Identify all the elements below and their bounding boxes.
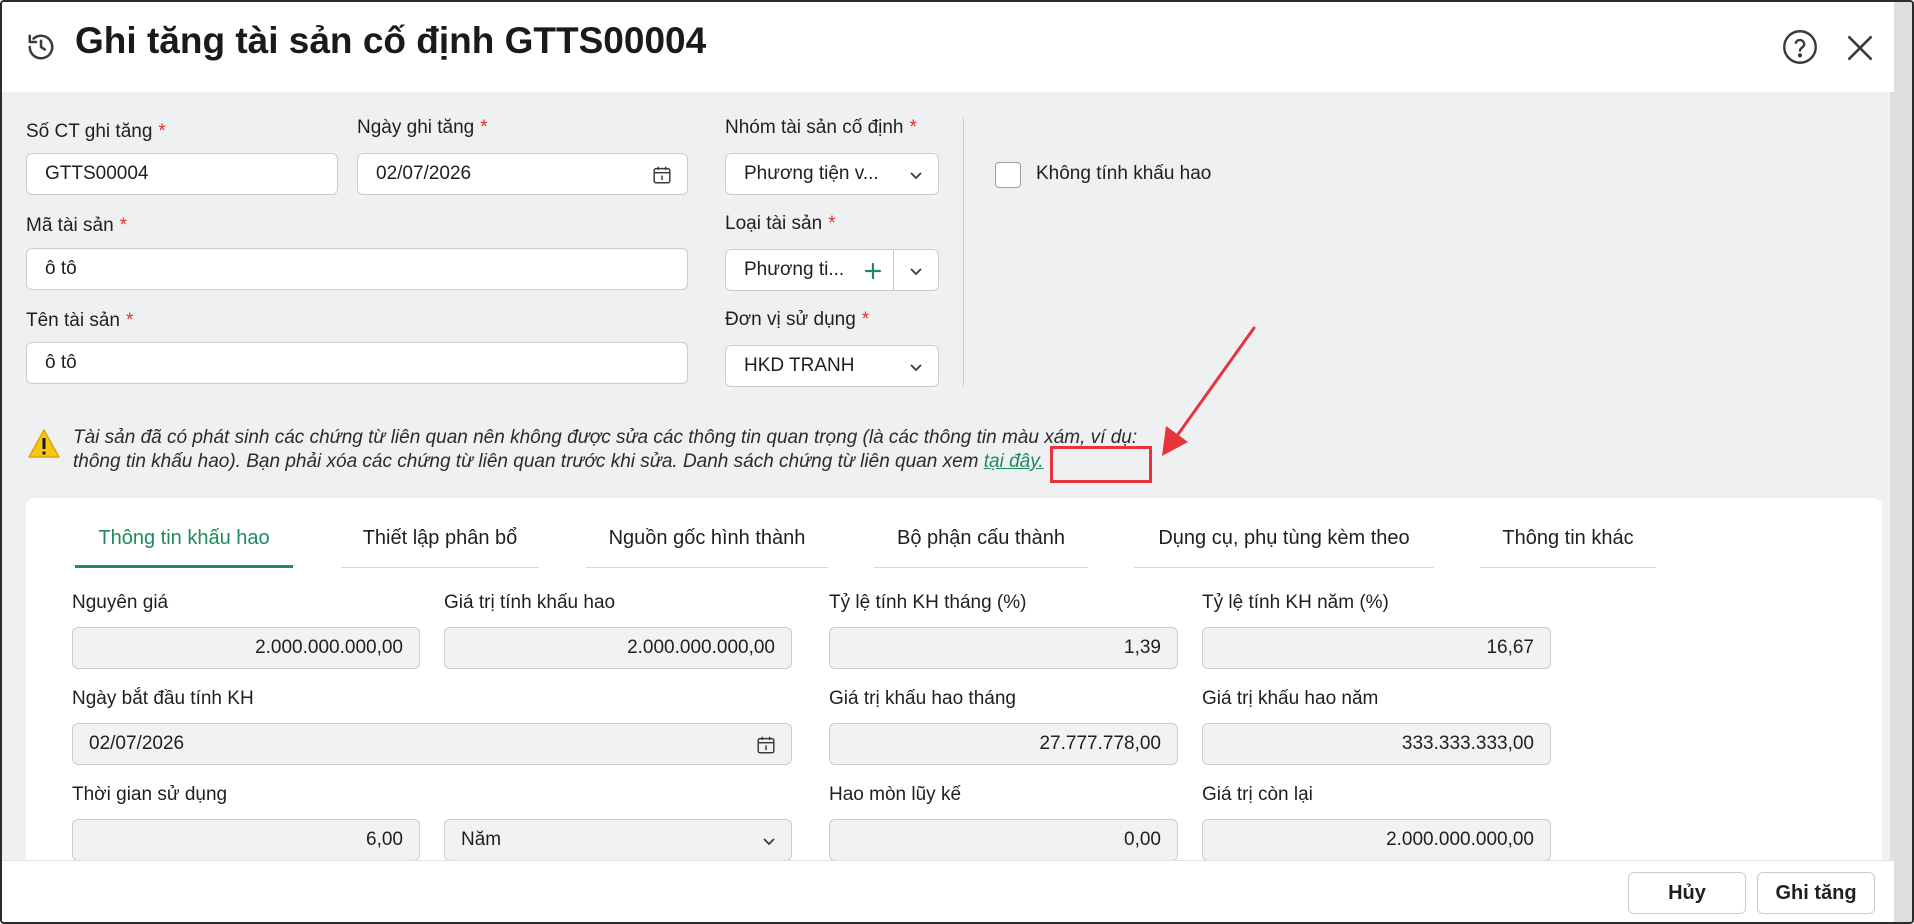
warning-icon <box>28 429 60 458</box>
dialog-header: Ghi tăng tài sản cố định GTTS00004 <box>2 2 1894 92</box>
ten-tai-san-input[interactable]: ô tô <box>26 342 688 384</box>
ten-tai-san-label: Tên tài sản * <box>26 310 134 331</box>
gia-tri-kh-nam-field: 333.333.333,00 <box>1202 723 1551 765</box>
help-icon[interactable] <box>1782 29 1818 65</box>
history-icon[interactable] <box>26 32 56 62</box>
gia-tri-kh-thang-field: 27.777.778,00 <box>829 723 1178 765</box>
chevron-down-icon[interactable] <box>908 263 924 279</box>
thoi-gian-su-dung-label: Thời gian sử dụng <box>72 784 228 805</box>
add-icon[interactable] <box>863 261 883 281</box>
ty-le-nam-field: 16,67 <box>1202 627 1551 669</box>
don-vi-su-dung-label: Đơn vị sử dụng * <box>725 309 870 330</box>
ngay-bat-dau-label: Ngày bắt đầu tính KH <box>72 688 254 709</box>
cancel-button[interactable]: Hủy <box>1628 872 1746 914</box>
tab-dung-cu-phu-tung[interactable]: Dụng cụ, phụ tùng kèm theo <box>1134 512 1434 568</box>
so-ct-input[interactable]: GTTS00004 <box>26 153 338 195</box>
close-icon[interactable] <box>1844 32 1876 64</box>
warning-text-line1: Tài sản đã có phát sinh các chứng từ liê… <box>73 427 1138 448</box>
ty-le-thang-label: Tỷ lệ tính KH tháng (%) <box>829 592 1027 613</box>
gia-tri-tinh-kh-field: 2.000.000.000,00 <box>444 627 792 669</box>
ngay-ghi-tang-input[interactable]: 02/07/2026 <box>357 153 688 195</box>
gia-tri-kh-nam-label: Giá trị khấu hao năm <box>1202 688 1379 709</box>
annotation-arrow <box>1162 326 1256 456</box>
page-title: Ghi tăng tài sản cố định GTTS00004 <box>75 20 707 61</box>
ngay-bat-dau-field: 02/07/2026 <box>72 723 792 765</box>
khong-tinh-khau-hao-label: Không tính khấu hao <box>1036 163 1212 184</box>
loai-tai-san-label: Loại tài sản * <box>725 213 836 234</box>
chevron-down-icon <box>763 838 775 846</box>
so-ct-label: Số CT ghi tăng * <box>26 121 166 142</box>
tab-thong-tin-khac[interactable]: Thông tin khác <box>1480 512 1656 568</box>
related-documents-link[interactable]: tại đây. <box>984 451 1044 472</box>
chevron-down-icon <box>910 364 922 372</box>
thoi-gian-su-dung-field: 6,00 <box>72 819 420 861</box>
chevron-down-icon <box>910 172 922 180</box>
gia-tri-kh-thang-label: Giá trị khấu hao tháng <box>829 688 1016 709</box>
ngay-ghi-tang-label: Ngày ghi tăng * <box>357 117 488 138</box>
nhom-tai-san-select[interactable]: Phương tiện v... <box>725 153 939 195</box>
don-vi-su-dung-select[interactable]: HKD TRANH <box>725 345 939 387</box>
ty-le-thang-field: 1,39 <box>829 627 1178 669</box>
calendar-icon <box>757 736 775 754</box>
nhom-tai-san-label: Nhóm tài sản cố định * <box>725 117 917 138</box>
hao-mon-luy-ke-field: 0,00 <box>829 819 1178 861</box>
dialog-footer <box>2 860 1894 922</box>
ma-tai-san-input[interactable]: ô tô <box>26 248 688 290</box>
tab-bo-phan-cau-thanh[interactable]: Bộ phận cấu thành <box>874 512 1088 568</box>
select-divider <box>893 250 894 290</box>
hao-mon-luy-ke-label: Hao mòn lũy kế <box>829 784 962 805</box>
tab-nguon-goc-hinh-thanh[interactable]: Nguồn gốc hình thành <box>586 512 828 568</box>
gia-tri-tinh-kh-label: Giá trị tính khấu hao <box>444 592 616 613</box>
tab-thong-tin-khau-hao[interactable]: Thông tin khấu hao <box>75 512 293 568</box>
loai-tai-san-select[interactable]: Phương ti... <box>725 249 939 291</box>
ghi-tang-button[interactable]: Ghi tăng <box>1757 872 1875 914</box>
gia-tri-con-lai-label: Giá trị còn lại <box>1202 784 1313 805</box>
ty-le-nam-label: Tỷ lệ tính KH năm (%) <box>1202 592 1389 613</box>
scrollbar-track[interactable] <box>1890 2 1912 922</box>
calendar-icon[interactable] <box>651 164 673 186</box>
ma-tai-san-label: Mã tài sản * <box>26 215 128 236</box>
vertical-divider <box>963 117 964 387</box>
tab-thiet-lap-phan-bo[interactable]: Thiết lập phân bổ <box>341 512 539 568</box>
warning-text-line2: thông tin khấu hao). Bạn phải xóa các ch… <box>73 451 1044 472</box>
annotation-highlight-box <box>1050 446 1152 483</box>
khong-tinh-khau-hao-checkbox[interactable] <box>995 162 1021 188</box>
dialog: Ghi tăng tài sản cố định GTTS00004 Số CT… <box>0 0 1914 924</box>
nguyen-gia-field: 2.000.000.000,00 <box>72 627 420 669</box>
gia-tri-con-lai-field: 2.000.000.000,00 <box>1202 819 1551 861</box>
thoi-gian-unit-select: Năm <box>444 819 792 861</box>
nguyen-gia-label: Nguyên giá <box>72 592 169 613</box>
